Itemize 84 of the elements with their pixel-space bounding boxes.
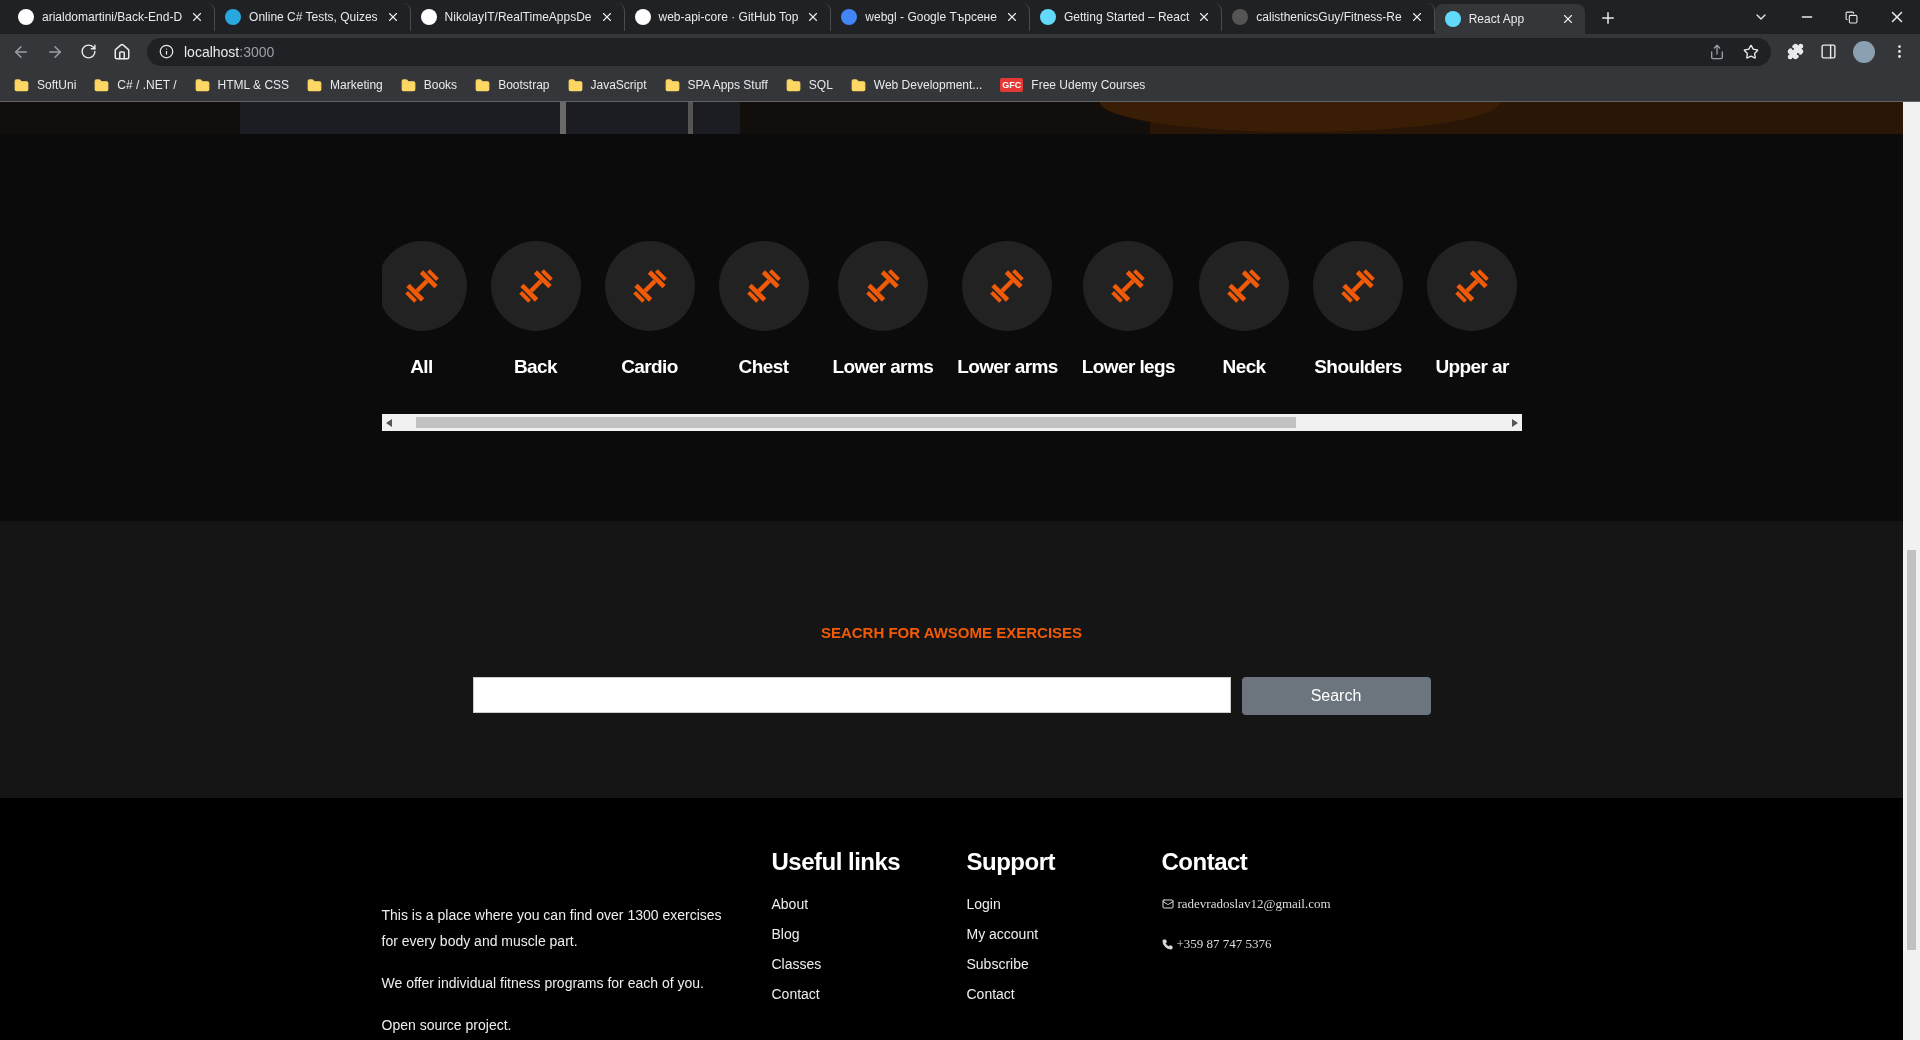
favicon-icon [841,9,858,25]
address-field[interactable]: localhost:3000 [147,37,1771,66]
footer-heading: Contact [1161,848,1249,876]
footer-link[interactable]: Login [966,896,1162,912]
browser-tab[interactable]: webgl - Google Търсене [831,3,1030,31]
scroll-left-icon[interactable] [385,418,392,427]
category-item[interactable]: All [381,241,475,378]
home-icon[interactable] [113,42,131,61]
footer-paragraph: Open source project. [381,1016,513,1035]
favicon-icon [420,9,437,25]
bookmark[interactable]: SQL [785,77,833,93]
folder-icon [664,77,680,93]
bookmark[interactable]: SPA Apps Stuff [664,77,768,93]
category-item[interactable]: Lower arms [824,241,942,378]
avatar-icon[interactable] [1853,40,1875,63]
footer-link[interactable]: Subscribe [966,956,1162,972]
folder-icon [785,77,801,93]
info-icon [159,44,174,59]
folder-icon [567,77,583,93]
browser-tab[interactable]: calisthenicsGuy/Fitness-Re [1222,3,1435,31]
category-item[interactable]: Shoulders [1305,241,1412,378]
favicon-icon [1444,11,1461,27]
extensions-icon[interactable] [1787,43,1804,60]
browser-tab[interactable]: Online C# Tests, Quizes [215,3,411,31]
favicon-icon [18,9,34,25]
folder-icon [475,77,491,93]
bookmark[interactable]: Web Development... [850,77,983,93]
bookmark[interactable]: C# / .NET / [94,77,177,93]
restore-icon[interactable] [1845,10,1858,24]
category-item[interactable]: Back [482,241,589,378]
category-item[interactable]: Lower arms [949,241,1066,378]
bookmark[interactable]: GFC Free Udemy Courses [1000,78,1146,92]
footer-link[interactable]: Classes [771,956,967,972]
bookmark[interactable]: Marketing [307,77,383,93]
browser-tab[interactable]: web-api-core · GitHub Top [624,3,832,31]
contact-phone: +359 87 747 5376 [1176,936,1272,952]
side-panel-icon[interactable] [1820,43,1837,60]
contact-email: radevradoslav12@gmail.com [1177,896,1331,912]
star-icon[interactable] [1743,43,1759,60]
favicon-icon [1039,9,1056,25]
folder-icon [14,77,29,93]
url-text: localhost:3000 [184,43,275,60]
footer-heading: Support [966,848,1057,876]
footer-heading: Useful links [771,848,902,876]
favicon-icon [225,9,242,25]
reload-icon[interactable] [80,43,97,60]
search-heading: SEACRH FOR AWSOME EXERCISES [820,624,1083,641]
search-button[interactable]: Search [1241,677,1431,715]
site-badge: GFC [1000,78,1024,92]
bookmark[interactable]: Bootstrap [475,77,550,93]
browser-tab[interactable]: arialdomartini/Back-End-D [8,3,216,31]
search-field[interactable] [472,677,1231,713]
bookmark[interactable]: Books [400,77,458,93]
bookmark[interactable]: SoftUni [14,77,77,93]
footer-link[interactable]: Contact [771,986,967,1002]
footer-link[interactable]: My account [966,926,1162,942]
category-item[interactable]: Cardio [596,241,703,378]
favicon-icon [634,9,651,25]
mail-icon [1161,898,1174,910]
footer-link[interactable]: Blog [771,926,967,942]
category-item[interactable]: Lower legs [1073,241,1184,378]
favicon-icon [1232,9,1249,25]
footer-paragraph: We offer individual fitness programs for each of you. [381,974,705,993]
horizontal-scrollbar[interactable] [381,414,1522,431]
folder-icon [194,77,210,93]
category-item[interactable]: Chest [710,241,817,378]
folder-icon [94,77,110,93]
phone-icon [1161,938,1173,950]
footer-paragraph: This is a place where you can find over 1300 exercises for every body and muscle part. [381,906,723,951]
category-item[interactable]: Neck [1191,241,1298,378]
footer-link[interactable]: Contact [966,986,1162,1002]
scroll-right-icon[interactable] [1511,418,1518,427]
folder-icon [307,77,323,93]
folder-icon [400,77,416,93]
category-item[interactable]: Upper ar [1419,241,1522,378]
browser-tab[interactable]: NikolayIT/RealTimeAppsDe [410,3,625,31]
footer-link[interactable]: About [771,896,967,912]
folder-icon [850,77,866,93]
share-icon[interactable] [1709,43,1725,60]
vertical-scrollbar[interactable] [1903,102,1920,1040]
bookmark[interactable]: HTML & CSS [194,77,290,93]
browser-tab[interactable]: Getting Started – React [1029,3,1223,31]
bookmark[interactable]: JavaScript [567,77,647,93]
browser-tab[interactable]: React App [1434,4,1585,34]
